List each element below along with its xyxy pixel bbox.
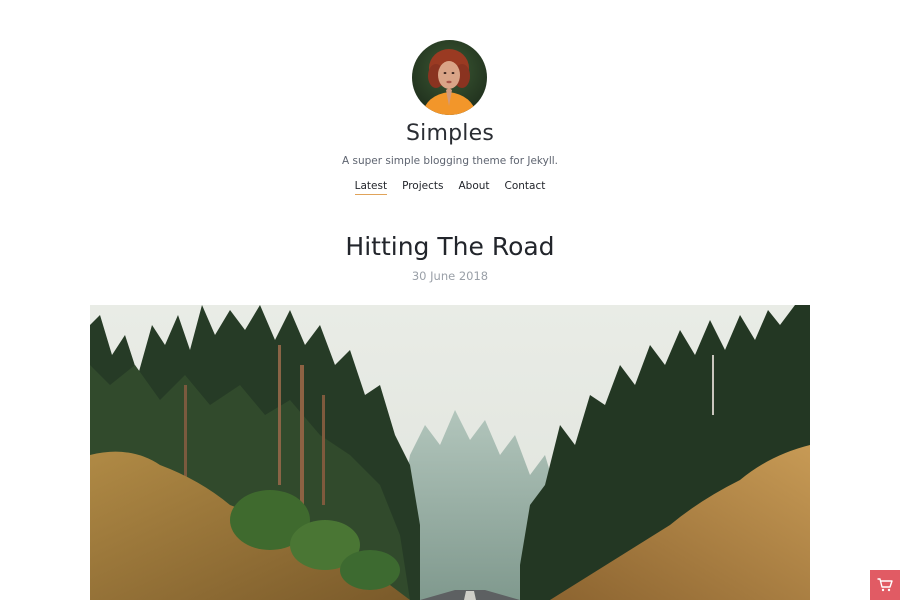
cart-button[interactable] bbox=[870, 570, 900, 600]
post-date: 30 June 2018 bbox=[411, 269, 489, 283]
site-tagline: A super simple blogging theme for Jekyll… bbox=[341, 155, 558, 167]
site-title[interactable]: Simples bbox=[0, 121, 900, 146]
nav-item-about[interactable]: About bbox=[458, 180, 489, 195]
cart-icon bbox=[877, 578, 893, 592]
page: Simples A super simple blogging theme fo… bbox=[0, 0, 900, 600]
avatar[interactable] bbox=[412, 40, 487, 115]
nav-item-projects[interactable]: Projects bbox=[402, 180, 443, 195]
post-hero-image bbox=[90, 305, 810, 600]
nav-item-contact[interactable]: Contact bbox=[505, 180, 546, 195]
nav-item-latest[interactable]: Latest bbox=[354, 180, 388, 195]
post-title[interactable]: Hitting The Road bbox=[0, 232, 900, 261]
main-nav: Latest Projects About Contact bbox=[0, 180, 900, 195]
avatar-image bbox=[412, 40, 487, 115]
forest-road-image bbox=[90, 305, 810, 600]
